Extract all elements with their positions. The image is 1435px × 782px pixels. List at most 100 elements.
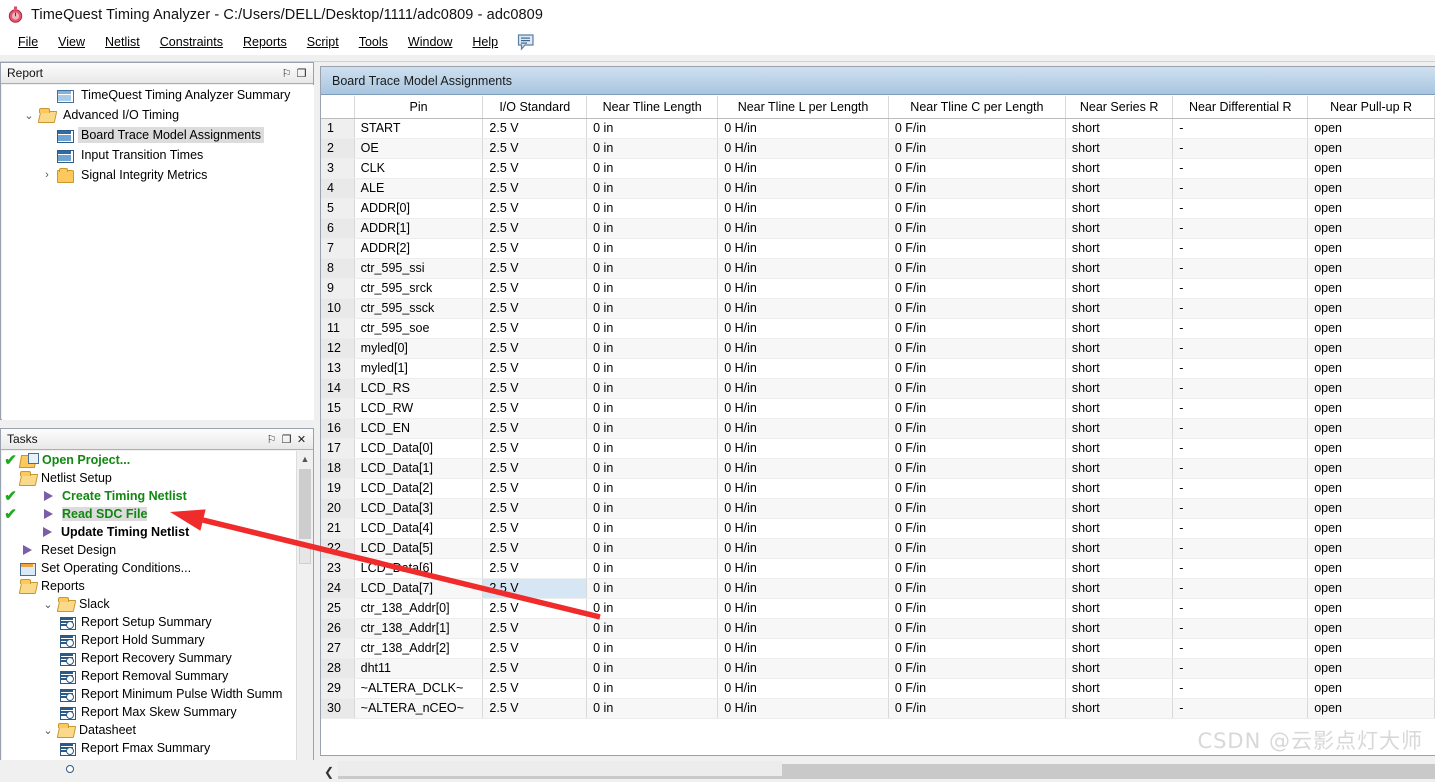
table-row[interactable]: 20 LCD_Data[3] 2.5 V0 in 0 H/in 0 F/in short -…: [321, 498, 1435, 519]
table-cell[interactable]: short: [1065, 538, 1174, 559]
table-cell[interactable]: short: [1065, 338, 1174, 359]
task-item[interactable]: Reset Design: [2, 541, 298, 559]
row-number-cell[interactable]: 28: [321, 658, 355, 679]
table-cell[interactable]: 0 in: [586, 598, 719, 619]
table-cell[interactable]: open: [1307, 538, 1435, 559]
table-cell[interactable]: 0 F/in: [888, 318, 1066, 339]
task-item[interactable]: ✔ Create Timing Netlist: [2, 487, 298, 505]
report-hscroll-thumb[interactable]: [338, 761, 782, 776]
table-cell[interactable]: -: [1172, 618, 1309, 639]
table-cell[interactable]: 0 in: [586, 458, 719, 479]
table-cell[interactable]: short: [1065, 638, 1174, 659]
table-cell[interactable]: short: [1065, 138, 1174, 159]
table-cell[interactable]: 0 F/in: [888, 258, 1066, 279]
table-cell[interactable]: 0 in: [586, 698, 719, 719]
message-bubble-icon[interactable]: [516, 33, 536, 51]
table-cell[interactable]: open: [1307, 598, 1435, 619]
table-cell[interactable]: -: [1172, 298, 1309, 319]
table-cell[interactable]: 0 F/in: [888, 178, 1066, 199]
tasks-pin-button[interactable]: ⚐: [264, 432, 279, 447]
row-number-cell[interactable]: 10: [321, 298, 355, 319]
table-cell[interactable]: 0 in: [586, 498, 719, 519]
table-cell[interactable]: 0 in: [586, 278, 719, 299]
table-cell[interactable]: LCD_Data[4]: [354, 518, 484, 539]
table-cell[interactable]: 0 H/in: [717, 298, 889, 319]
table-cell[interactable]: open: [1307, 238, 1435, 259]
chevron-icon[interactable]: ›: [38, 169, 56, 181]
table-cell[interactable]: 0 in: [586, 198, 719, 219]
table-cell[interactable]: 2.5 V: [482, 138, 588, 159]
row-number-cell[interactable]: 12: [321, 338, 355, 359]
table-cell[interactable]: 0 in: [586, 238, 719, 259]
table-cell[interactable]: 2.5 V: [482, 438, 588, 459]
table-cell[interactable]: 0 in: [586, 398, 719, 419]
table-cell[interactable]: 0 in: [586, 678, 719, 699]
table-cell[interactable]: short: [1065, 378, 1174, 399]
row-number-cell[interactable]: 22: [321, 538, 355, 559]
table-cell[interactable]: -: [1172, 678, 1309, 699]
table-cell[interactable]: ctr_138_Addr[1]: [354, 618, 484, 639]
row-number-cell[interactable]: 18: [321, 458, 355, 479]
table-cell[interactable]: open: [1307, 418, 1435, 439]
row-number-cell[interactable]: 30: [321, 698, 355, 719]
table-cell[interactable]: open: [1307, 318, 1435, 339]
table-cell[interactable]: -: [1172, 538, 1309, 559]
table-cell[interactable]: 0 in: [586, 298, 719, 319]
task-item[interactable]: Report Removal Summary: [2, 667, 298, 685]
table-row[interactable]: 12 myled[0] 2.5 V0 in 0 H/in 0 F/in short - ope…: [321, 338, 1435, 359]
table-cell[interactable]: 0 in: [586, 438, 719, 459]
table-cell[interactable]: 0 in: [586, 658, 719, 679]
table-cell[interactable]: open: [1307, 458, 1435, 479]
table-cell[interactable]: short: [1065, 658, 1174, 679]
table-cell[interactable]: 0 in: [586, 178, 719, 199]
table-cell[interactable]: open: [1307, 258, 1435, 279]
table-cell[interactable]: -: [1172, 558, 1309, 579]
table-cell[interactable]: ctr_595_ssi: [354, 258, 484, 279]
table-row[interactable]: 23 LCD_Data[6] 2.5 V0 in 0 H/in 0 F/in short -…: [321, 558, 1435, 579]
table-cell[interactable]: short: [1065, 178, 1174, 199]
table-cell[interactable]: short: [1065, 698, 1174, 719]
table-row[interactable]: 13 myled[1] 2.5 V0 in 0 H/in 0 F/in short - ope…: [321, 358, 1435, 379]
table-cell[interactable]: 0 in: [586, 378, 719, 399]
table-cell[interactable]: -: [1172, 318, 1309, 339]
report-horizontal-scrollbar[interactable]: ❮: [320, 761, 1435, 782]
table-cell[interactable]: -: [1172, 638, 1309, 659]
table-cell[interactable]: 2.5 V: [482, 518, 588, 539]
table-cell[interactable]: -: [1172, 258, 1309, 279]
table-cell[interactable]: open: [1307, 118, 1435, 139]
chevron-icon[interactable]: ⌄: [39, 598, 57, 611]
table-cell[interactable]: 0 F/in: [888, 438, 1066, 459]
table-row[interactable]: 24 LCD_Data[7] 2.5 V0 in 0 H/in 0 F/in short -…: [321, 577, 1435, 599]
table-cell[interactable]: 0 H/in: [717, 618, 889, 639]
tasks-restore-button[interactable]: ❐: [279, 432, 294, 447]
table-cell[interactable]: 0 H/in: [717, 198, 889, 219]
menu-netlist[interactable]: Netlist: [95, 32, 150, 52]
table-cell[interactable]: -: [1172, 438, 1309, 459]
table-cell[interactable]: 0 H/in: [717, 558, 889, 579]
row-number-cell[interactable]: 27: [321, 638, 355, 659]
table-cell[interactable]: 0 F/in: [888, 618, 1066, 639]
row-number-cell[interactable]: 13: [321, 358, 355, 379]
table-cell[interactable]: short: [1065, 278, 1174, 299]
table-cell[interactable]: -: [1172, 478, 1309, 499]
table-cell[interactable]: 0 F/in: [888, 518, 1066, 539]
table-cell[interactable]: open: [1307, 298, 1435, 319]
table-cell[interactable]: 2.5 V: [482, 378, 588, 399]
task-item[interactable]: ⌄ Slack: [2, 595, 298, 613]
row-number-cell[interactable]: 6: [321, 218, 355, 239]
table-cell[interactable]: 0 in: [586, 138, 719, 159]
report-tree-item[interactable]: TimeQuest Timing Analyzer Summary: [2, 85, 314, 105]
tasks-vscroll-thumb[interactable]: [299, 469, 311, 539]
table-cell[interactable]: open: [1307, 198, 1435, 219]
report-pin-button[interactable]: ⚐: [279, 66, 294, 81]
table-cell[interactable]: short: [1065, 578, 1174, 599]
table-row[interactable]: 9 ctr_595_srck 2.5 V0 in 0 H/in 0 F/in short -…: [321, 278, 1435, 299]
table-cell[interactable]: short: [1065, 118, 1174, 139]
table-cell[interactable]: 0 H/in: [717, 438, 889, 459]
table-cell[interactable]: 0 F/in: [888, 478, 1066, 499]
table-cell[interactable]: -: [1172, 598, 1309, 619]
table-cell[interactable]: 2.5 V: [482, 398, 588, 419]
table-cell[interactable]: 0 H/in: [717, 698, 889, 719]
table-cell[interactable]: 0 H/in: [717, 358, 889, 379]
table-cell[interactable]: ALE: [354, 178, 484, 199]
